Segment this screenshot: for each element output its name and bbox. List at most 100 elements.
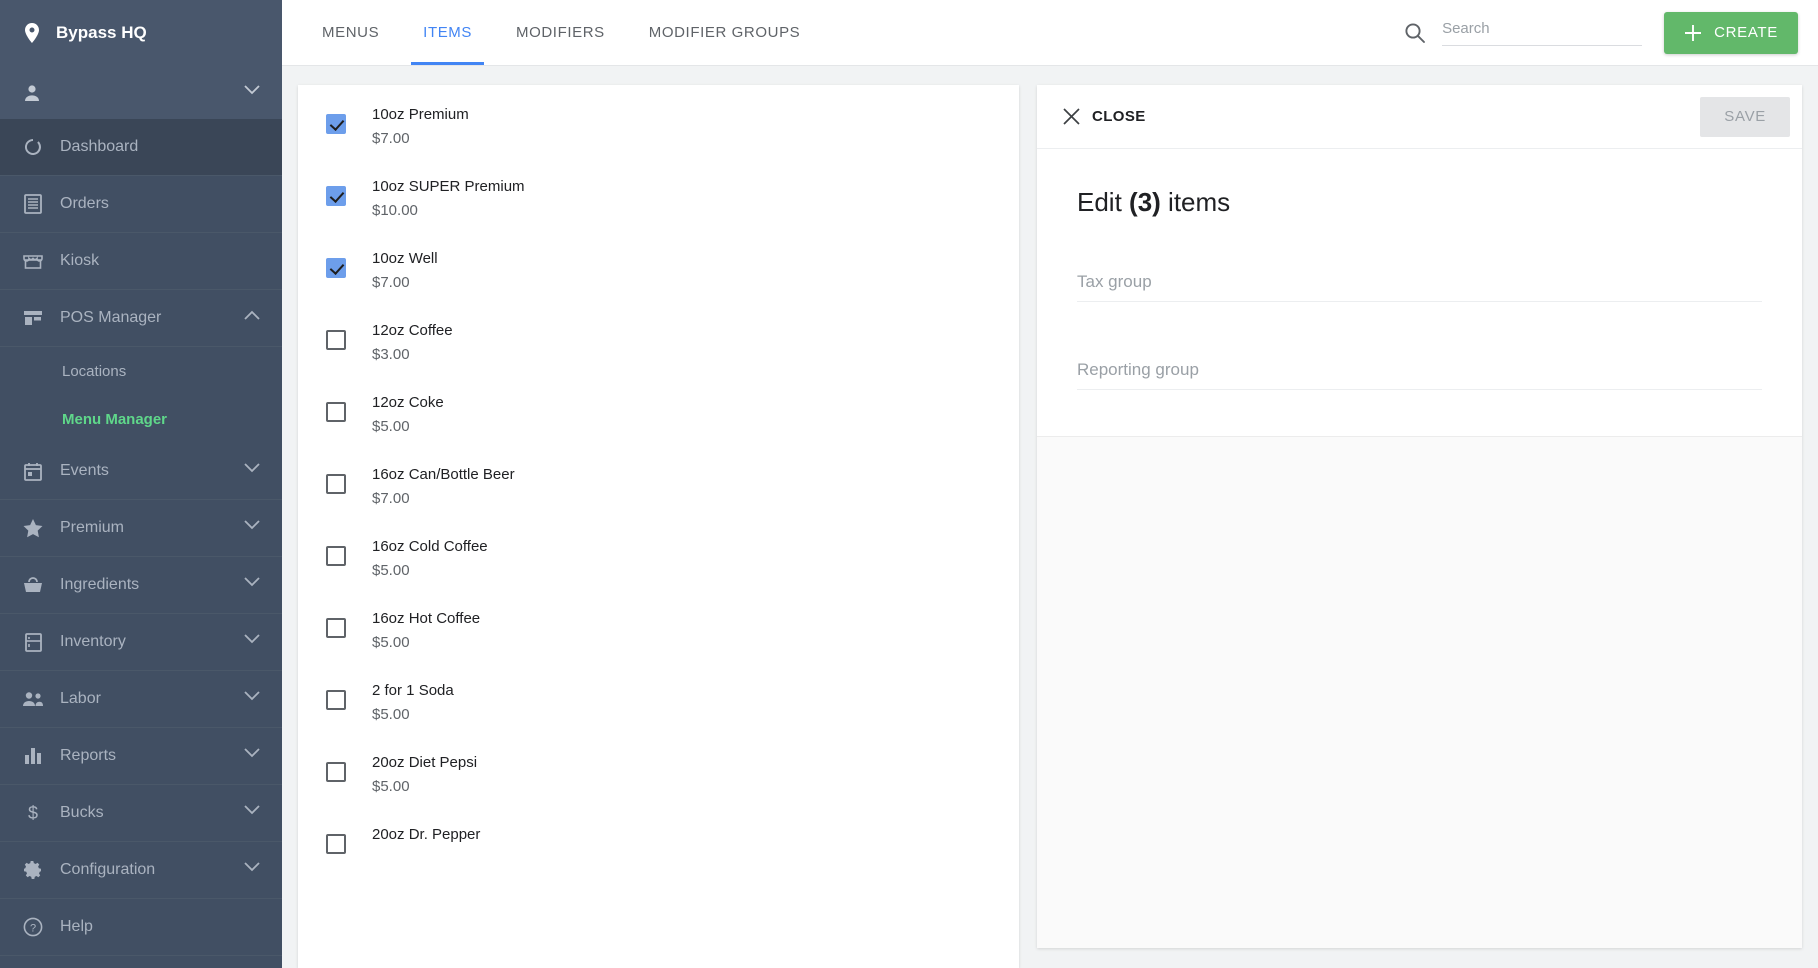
- sidebar-item-configuration[interactable]: Configuration: [0, 842, 282, 899]
- tab-modifier-groups[interactable]: MODIFIER GROUPS: [627, 0, 823, 65]
- item-row[interactable]: 10oz Premium $7.00: [298, 91, 1019, 163]
- item-checkbox[interactable]: [326, 762, 346, 782]
- sidebar-brand[interactable]: Bypass HQ: [0, 0, 282, 66]
- item-row[interactable]: 2 for 1 Soda $5.00: [298, 667, 1019, 739]
- item-text: 20oz Diet Pepsi $5.00: [372, 754, 477, 797]
- item-row[interactable]: 12oz Coke $5.00: [298, 379, 1019, 451]
- item-checkbox[interactable]: [326, 474, 346, 494]
- close-button-label: CLOSE: [1092, 108, 1146, 125]
- item-price: $7.00: [372, 129, 410, 147]
- item-list: 10oz Premium $7.00 10oz SUPER Premium $10.0…: [298, 85, 1019, 883]
- sidebar-item-label: Help: [60, 918, 93, 935]
- sidebar-user-switcher[interactable]: [0, 66, 282, 119]
- chevron-down-icon: [244, 634, 260, 650]
- item-row[interactable]: 20oz Dr. Pepper: [298, 811, 1019, 883]
- search-input[interactable]: [1442, 19, 1643, 37]
- main-area: MENUS ITEMS MODIFIERS MODIFIER GROUPS Se…: [282, 0, 1818, 968]
- item-checkbox[interactable]: [326, 114, 346, 134]
- reporting-group-field[interactable]: [1077, 360, 1762, 390]
- sidebar-item-orders[interactable]: Orders: [0, 176, 282, 233]
- create-button[interactable]: CREATE: [1664, 11, 1798, 54]
- sidebar-item-label: Bucks: [60, 804, 104, 821]
- sidebar-item-label: Orders: [60, 195, 109, 212]
- sidebar-item-ingredients[interactable]: Ingredients: [0, 557, 282, 614]
- item-checkbox[interactable]: [326, 618, 346, 638]
- sidebar-subitem-menu-manager[interactable]: Menu Manager: [0, 395, 282, 443]
- chevron-down-icon: [244, 520, 260, 536]
- dashboard-icon: [22, 136, 44, 158]
- sidebar-subitem-label: Menu Manager: [62, 410, 168, 428]
- edit-panel-empty-area: [1037, 437, 1802, 948]
- sidebar-item-label: Ingredients: [60, 576, 140, 593]
- tab-menus[interactable]: MENUS: [300, 0, 401, 65]
- sidebar-item-kiosk[interactable]: Kiosk: [0, 233, 282, 290]
- item-row[interactable]: 10oz SUPER Premium $10.00: [298, 163, 1019, 235]
- sidebar-item-premium[interactable]: Premium: [0, 500, 282, 557]
- sidebar-item-reports[interactable]: Reports: [0, 728, 282, 785]
- item-text: 16oz Hot Coffee $5.00: [372, 610, 480, 653]
- item-text: 12oz Coke $5.00: [372, 394, 444, 437]
- reporting-group-input[interactable]: [1077, 360, 1762, 390]
- sidebar-subitem-locations[interactable]: Locations: [0, 347, 282, 395]
- item-row[interactable]: 16oz Can/Bottle Beer $7.00: [298, 451, 1019, 523]
- item-text: 16oz Can/Bottle Beer $7.00: [372, 466, 515, 509]
- search-icon[interactable]: [1404, 22, 1426, 44]
- tax-group-input[interactable]: [1077, 272, 1762, 302]
- item-price: $5.00: [372, 705, 410, 723]
- item-price: $5.00: [372, 777, 410, 795]
- top-bar-actions: CREATE: [1404, 0, 1818, 65]
- save-button-label: SAVE: [1724, 108, 1766, 125]
- save-button[interactable]: SAVE: [1700, 96, 1790, 137]
- item-row[interactable]: 16oz Hot Coffee $5.00: [298, 595, 1019, 667]
- sidebar-item-label: Reports: [60, 747, 117, 764]
- app-root: Bypass HQ Dashboard Orders Kiosk POS Man…: [0, 0, 1818, 968]
- close-button[interactable]: CLOSE: [1063, 108, 1146, 125]
- sidebar-item-labor[interactable]: Labor: [0, 671, 282, 728]
- item-list-panel[interactable]: 10oz Premium $7.00 10oz SUPER Premium $10.0…: [298, 85, 1019, 968]
- item-price: $5.00: [372, 417, 410, 435]
- chevron-up-icon: [244, 310, 260, 326]
- sidebar-item-label: Labor: [60, 690, 101, 707]
- item-checkbox[interactable]: [326, 402, 346, 422]
- close-x-icon: [1063, 108, 1080, 125]
- sidebar-item-pos-manager[interactable]: POS Manager: [0, 290, 282, 347]
- item-price: $7.00: [372, 489, 410, 507]
- item-row[interactable]: 12oz Coffee $3.00: [298, 307, 1019, 379]
- sidebar-item-help[interactable]: ? Help: [0, 899, 282, 956]
- person-icon: [22, 83, 42, 103]
- sidebar-brand-label: Bypass HQ: [56, 23, 147, 42]
- sidebar-item-events[interactable]: Events: [0, 443, 282, 500]
- tab-label: MENUS: [322, 24, 380, 41]
- item-name: 20oz Dr. Pepper: [372, 826, 481, 843]
- item-row[interactable]: 16oz Cold Coffee $5.00: [298, 523, 1019, 595]
- item-checkbox[interactable]: [326, 330, 346, 350]
- sidebar-item-bucks[interactable]: $ Bucks: [0, 785, 282, 842]
- item-row[interactable]: 10oz Well $7.00: [298, 235, 1019, 307]
- tab-items[interactable]: ITEMS: [401, 0, 494, 65]
- item-checkbox[interactable]: [326, 690, 346, 710]
- star-icon: [22, 517, 44, 539]
- help-circle-icon: ?: [22, 916, 44, 938]
- content-area: 10oz Premium $7.00 10oz SUPER Premium $10.0…: [282, 66, 1818, 968]
- sidebar-item-label: Premium: [60, 519, 125, 536]
- search-box[interactable]: [1442, 19, 1643, 46]
- item-name: 16oz Cold Coffee: [372, 538, 488, 555]
- item-row[interactable]: 20oz Diet Pepsi $5.00: [298, 739, 1019, 811]
- sidebar-item-dashboard[interactable]: Dashboard: [0, 119, 282, 176]
- tax-group-field[interactable]: [1077, 272, 1762, 302]
- tab-modifiers[interactable]: MODIFIERS: [494, 0, 627, 65]
- svg-text:?: ?: [30, 923, 36, 935]
- item-text: 2 for 1 Soda $5.00: [372, 682, 454, 725]
- item-text: 10oz SUPER Premium $10.00: [372, 178, 525, 221]
- tab-label: MODIFIERS: [516, 24, 605, 41]
- sidebar-item-inventory[interactable]: Inventory: [0, 614, 282, 671]
- item-price: $5.00: [372, 561, 410, 579]
- item-checkbox[interactable]: [326, 258, 346, 278]
- people-icon: [22, 688, 44, 710]
- item-checkbox[interactable]: [326, 546, 346, 566]
- svg-text:$: $: [28, 803, 38, 823]
- tab-label: ITEMS: [423, 24, 473, 41]
- item-checkbox[interactable]: [326, 186, 346, 206]
- item-checkbox[interactable]: [326, 834, 346, 854]
- item-name: 12oz Coffee: [372, 322, 453, 339]
